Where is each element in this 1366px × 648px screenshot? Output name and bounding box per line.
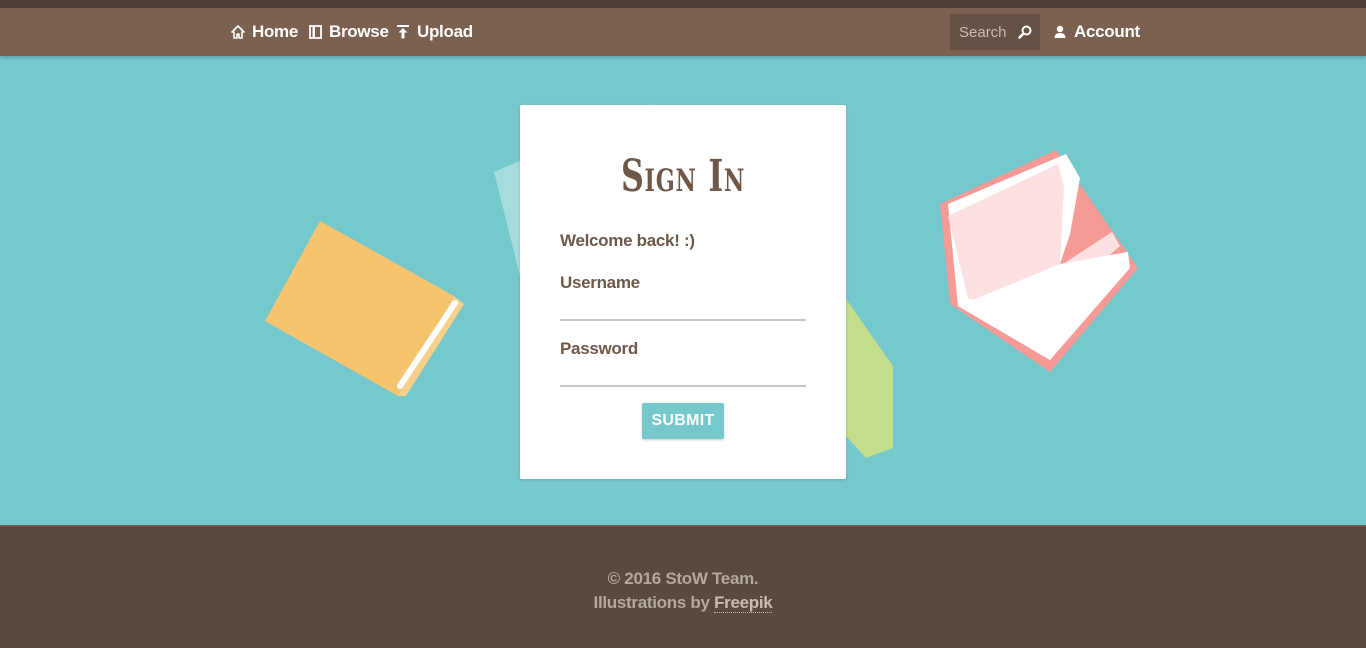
username-input[interactable] xyxy=(560,293,806,321)
search-icon[interactable] xyxy=(1014,14,1036,50)
nav-browse-link[interactable]: Browse xyxy=(307,8,389,56)
submit-button[interactable]: SUBMIT xyxy=(642,403,724,439)
yellow-book-illustration xyxy=(265,221,464,396)
nav-upload-link[interactable]: Upload xyxy=(395,8,473,56)
top-strip xyxy=(0,0,1366,8)
password-input[interactable] xyxy=(560,359,806,387)
book-icon xyxy=(307,24,323,40)
sign-in-card: Sign In Welcome back! :) Username Passwo… xyxy=(520,105,846,479)
password-label: Password xyxy=(560,339,638,358)
nav-browse-label: Browse xyxy=(329,22,389,41)
green-book-illustration xyxy=(846,299,893,458)
freepik-link[interactable]: Freepik xyxy=(714,593,773,613)
user-icon xyxy=(1052,24,1068,40)
nav-account-label: Account xyxy=(1074,22,1140,41)
top-navbar: Home Browse Upload Account xyxy=(0,8,1366,56)
home-icon xyxy=(230,24,246,40)
copyright-text: © 2016 StoW Team. xyxy=(607,569,759,588)
nav-home-label: Home xyxy=(252,22,299,41)
illustrations-credit: Illustrations by Freepik xyxy=(0,593,1366,613)
nav-home-link[interactable]: Home xyxy=(230,8,298,56)
sign-in-title: Sign In xyxy=(620,151,746,202)
welcome-message: Welcome back! :) xyxy=(560,231,695,250)
username-label: Username xyxy=(560,273,640,292)
illustrations-credit-prefix: Illustrations by xyxy=(593,593,715,612)
pink-book-illustration xyxy=(940,150,1138,372)
page-footer: © 2016 StoW Team. Illustrations by Freep… xyxy=(0,525,1366,648)
search-input[interactable] xyxy=(950,14,1014,50)
search-box xyxy=(950,14,1040,50)
nav-account-link[interactable]: Account xyxy=(1052,8,1140,56)
nav-upload-label: Upload xyxy=(417,22,473,41)
hero-section: Sign In Welcome back! :) Username Passwo… xyxy=(0,56,1366,525)
upload-icon xyxy=(395,24,411,40)
